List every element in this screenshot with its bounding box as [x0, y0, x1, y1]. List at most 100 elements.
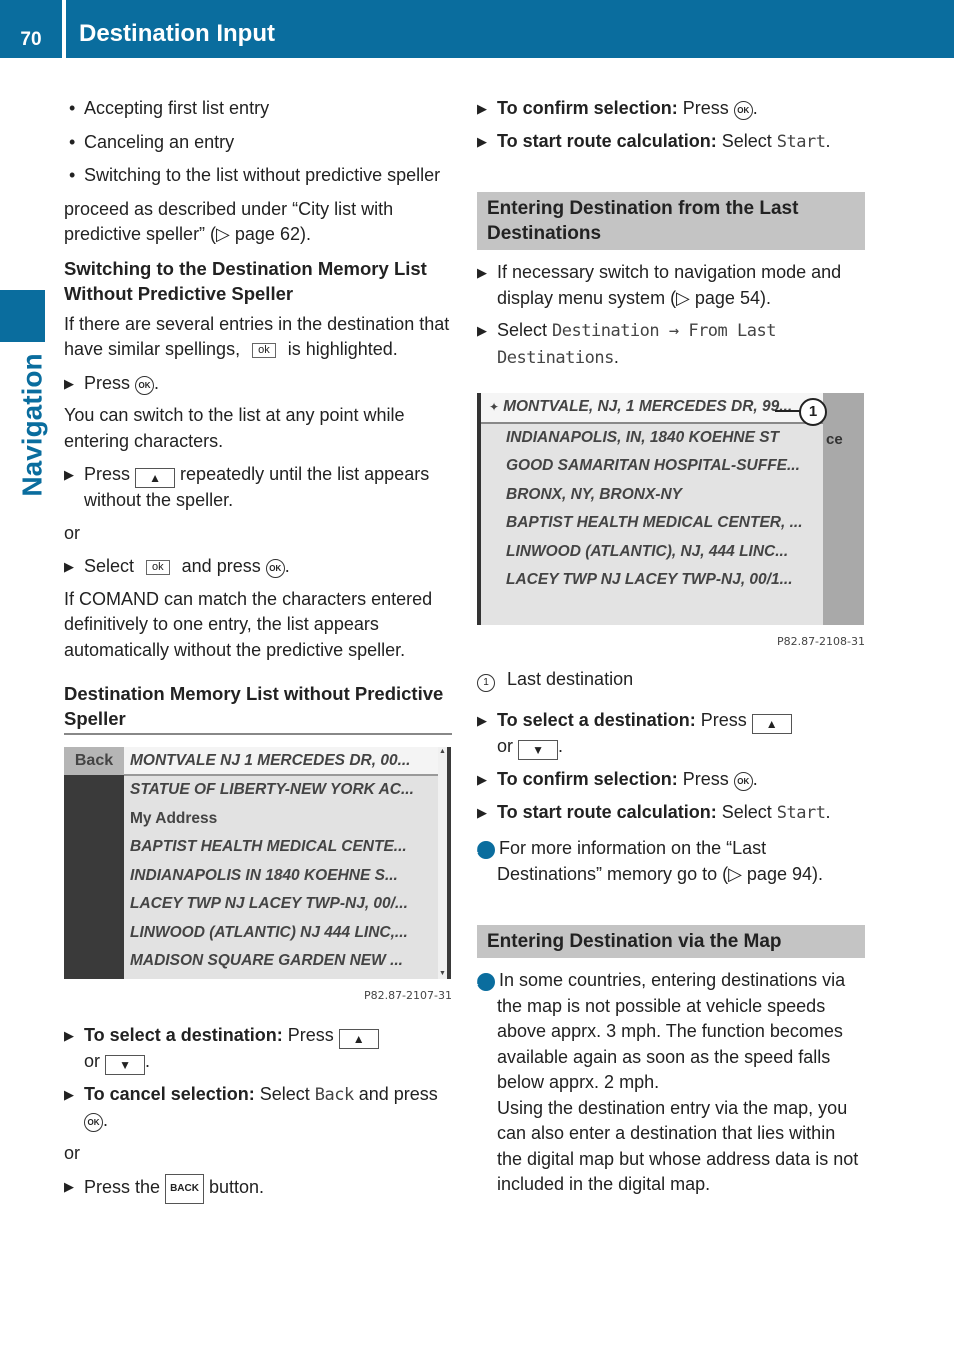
list-item[interactable]: BRONX, NY, BRONX-NY [481, 481, 823, 510]
header-divider [62, 0, 66, 58]
ok-button-icon: OK [265, 559, 285, 578]
text: Press [682, 769, 729, 789]
step-label: To cancel selection: [84, 1083, 255, 1104]
destination-memory-list: MONTVALE NJ 1 MERCEDES DR, 00... STATUE … [124, 747, 438, 979]
figure-caption: P82.87-2107-31 [363, 989, 452, 1002]
side-tab-marker [0, 290, 45, 342]
down-key-icon: ▼ [518, 740, 559, 760]
destination-flag-icon: ✦ [489, 400, 500, 414]
scroll-down-icon: ▼ [439, 970, 446, 977]
ok-button-icon: OK [733, 772, 753, 791]
text: button. [208, 1177, 265, 1197]
menu-item-back: Back [314, 1084, 354, 1105]
figure-caption: P82.87-2108-31 [776, 635, 865, 648]
scroll-up-icon: ▲ [439, 748, 446, 755]
list-item[interactable]: MONTVALE NJ 1 MERCEDES DR, 00... [124, 747, 438, 776]
list-item[interactable]: My Address [124, 805, 438, 834]
ok-button-icon: OK [84, 1113, 103, 1132]
section-heading-map: Entering Destination via the Map [477, 925, 865, 958]
info-icon: i [474, 973, 495, 991]
proceed-text: proceed as described under “City list wi… [64, 198, 394, 245]
arrow-right-icon: ▶ [64, 467, 74, 482]
side-panel: ce [823, 393, 864, 625]
section-heading-switching: Switching to the Destination Memory List… [64, 257, 427, 304]
text: Select [84, 556, 135, 576]
arrow-right-icon: ▶ [64, 375, 74, 391]
last-destinations-screenshot: ✦ MONTVALE, NJ, 1 MERCEDES DR, 99... INDI… [477, 393, 864, 625]
step-confirm-selection: ▶ To confirm selection: Press OK. [477, 767, 865, 793]
text: Select [497, 320, 548, 340]
step-label: To confirm selection: [497, 769, 678, 789]
list-item: Switching to the list without predictive… [64, 163, 452, 189]
arrow-right-icon: ▶ [64, 1086, 74, 1102]
text: is highlighted. [287, 339, 398, 359]
down-key-icon: ▼ [105, 1054, 146, 1075]
arrow-right-icon: ▶ [477, 323, 487, 338]
list-item[interactable]: LACEY TWP NJ LACEY TWP-NJ, 00/... [124, 890, 438, 919]
step-start-route: ▶ To start route calculation: Select Sta… [477, 800, 865, 827]
list-item[interactable]: GOOD SAMARITAN HOSPITAL-SUFFE... [481, 452, 823, 481]
list-item[interactable]: MADISON SQUARE GARDEN NEW ... [124, 947, 438, 976]
text: Select [259, 1083, 310, 1104]
step-select-ok: ▶ Select ok and press OK. [64, 554, 452, 580]
back-button[interactable]: Back [64, 747, 124, 775]
text: or [84, 1050, 101, 1071]
memory-list-screenshot: Back MONTVALE NJ 1 MERCEDES DR, 00... ST… [64, 747, 451, 979]
up-key-icon: ▲ [135, 468, 176, 488]
text: Press [287, 1024, 334, 1045]
arrow-right-icon: ▶ [477, 713, 487, 728]
note-text: Using the destination entry via the map,… [497, 1097, 859, 1195]
text: Press the [84, 1177, 161, 1197]
callout-marker: 1 [799, 398, 827, 426]
page-number: 70 [20, 29, 42, 50]
list-item: Accepting first list entry [64, 96, 452, 122]
back-key-icon: BACK [165, 1174, 204, 1204]
text: Press [682, 98, 729, 118]
item-text: MONTVALE, NJ, 1 MERCEDES DR, 99... [503, 398, 793, 415]
info-note-last: i For more information on the “Last Desti… [474, 836, 865, 887]
legend-text: Last destination [507, 668, 634, 689]
step-select-menu: ▶ Select Destination → From Last Destina… [477, 320, 776, 368]
list-item[interactable]: ✦ MONTVALE, NJ, 1 MERCEDES DR, 99... [481, 393, 823, 424]
last-destinations-list: ✦ MONTVALE, NJ, 1 MERCEDES DR, 99... INDI… [477, 393, 823, 625]
page-title: Destination Input [79, 20, 275, 47]
list-item: Canceling an entry [64, 130, 452, 156]
step-select-destination: ▶ To select a destination: Press ▲ or ▼. [64, 1023, 452, 1075]
or-text: or [64, 522, 81, 543]
arrow-right-icon: ▶ [64, 1179, 74, 1194]
list-item[interactable]: INDIANAPOLIS, IN, 1840 KOEHNE ST [481, 424, 823, 453]
callout-line [775, 410, 801, 412]
list-item[interactable]: INDIANAPOLIS IN 1840 KOEHNE S... [124, 862, 438, 891]
ok-key-icon: ok [146, 560, 170, 575]
list-item[interactable]: BAPTIST HEALTH MEDICAL CENTE... [124, 833, 438, 862]
up-key-icon: ▲ [751, 714, 792, 734]
text: Select [721, 130, 772, 151]
step-switch-nav: ▶ If necessary switch to navigation mode … [477, 260, 865, 311]
list-item[interactable]: STATUE OF LIBERTY-NEW YORK AC... [124, 776, 438, 805]
text: Select [721, 801, 772, 822]
text: Press [700, 710, 747, 730]
arrow-right-icon: ▶ [477, 772, 487, 787]
list-item[interactable]: LINWOOD (ATLANTIC) NJ 444 LINC,... [124, 919, 438, 948]
step-label: To select a destination: [497, 710, 696, 730]
scrollbar[interactable]: ▲ ▼ [438, 747, 447, 979]
page-header: 70 Destination Input [0, 0, 954, 58]
list-item[interactable]: BAPTIST HEALTH MEDICAL CENTER, ... [481, 509, 823, 538]
left-column: Accepting first list entry Canceling an … [64, 96, 452, 1211]
or-text: or [64, 1142, 81, 1163]
step-cancel-selection: ▶ To cancel selection: Select Back and p… [64, 1083, 438, 1132]
step-label: To confirm selection: [497, 98, 678, 118]
text: or [497, 736, 514, 756]
list-item[interactable]: LINWOOD (ATLANTIC), NJ, 444 LINC... [481, 538, 823, 567]
arrow-right-icon: ▶ [477, 101, 487, 116]
menu-item-start: Start [776, 131, 826, 152]
up-key-icon: ▲ [338, 1028, 379, 1049]
ok-key-icon: ok [252, 343, 276, 358]
list-item[interactable]: LACEY TWP NJ LACEY TWP-NJ, 00/1... [481, 566, 823, 595]
text: Press [84, 464, 131, 484]
step-label: To start route calculation: [497, 801, 717, 822]
arrow-right-icon: ▶ [477, 265, 487, 280]
legend-number-icon: 1 [477, 673, 495, 692]
step-press-up: ▶ Press ▲ repeatedly until the list appe… [64, 462, 452, 514]
ok-button-icon: OK [733, 101, 753, 120]
